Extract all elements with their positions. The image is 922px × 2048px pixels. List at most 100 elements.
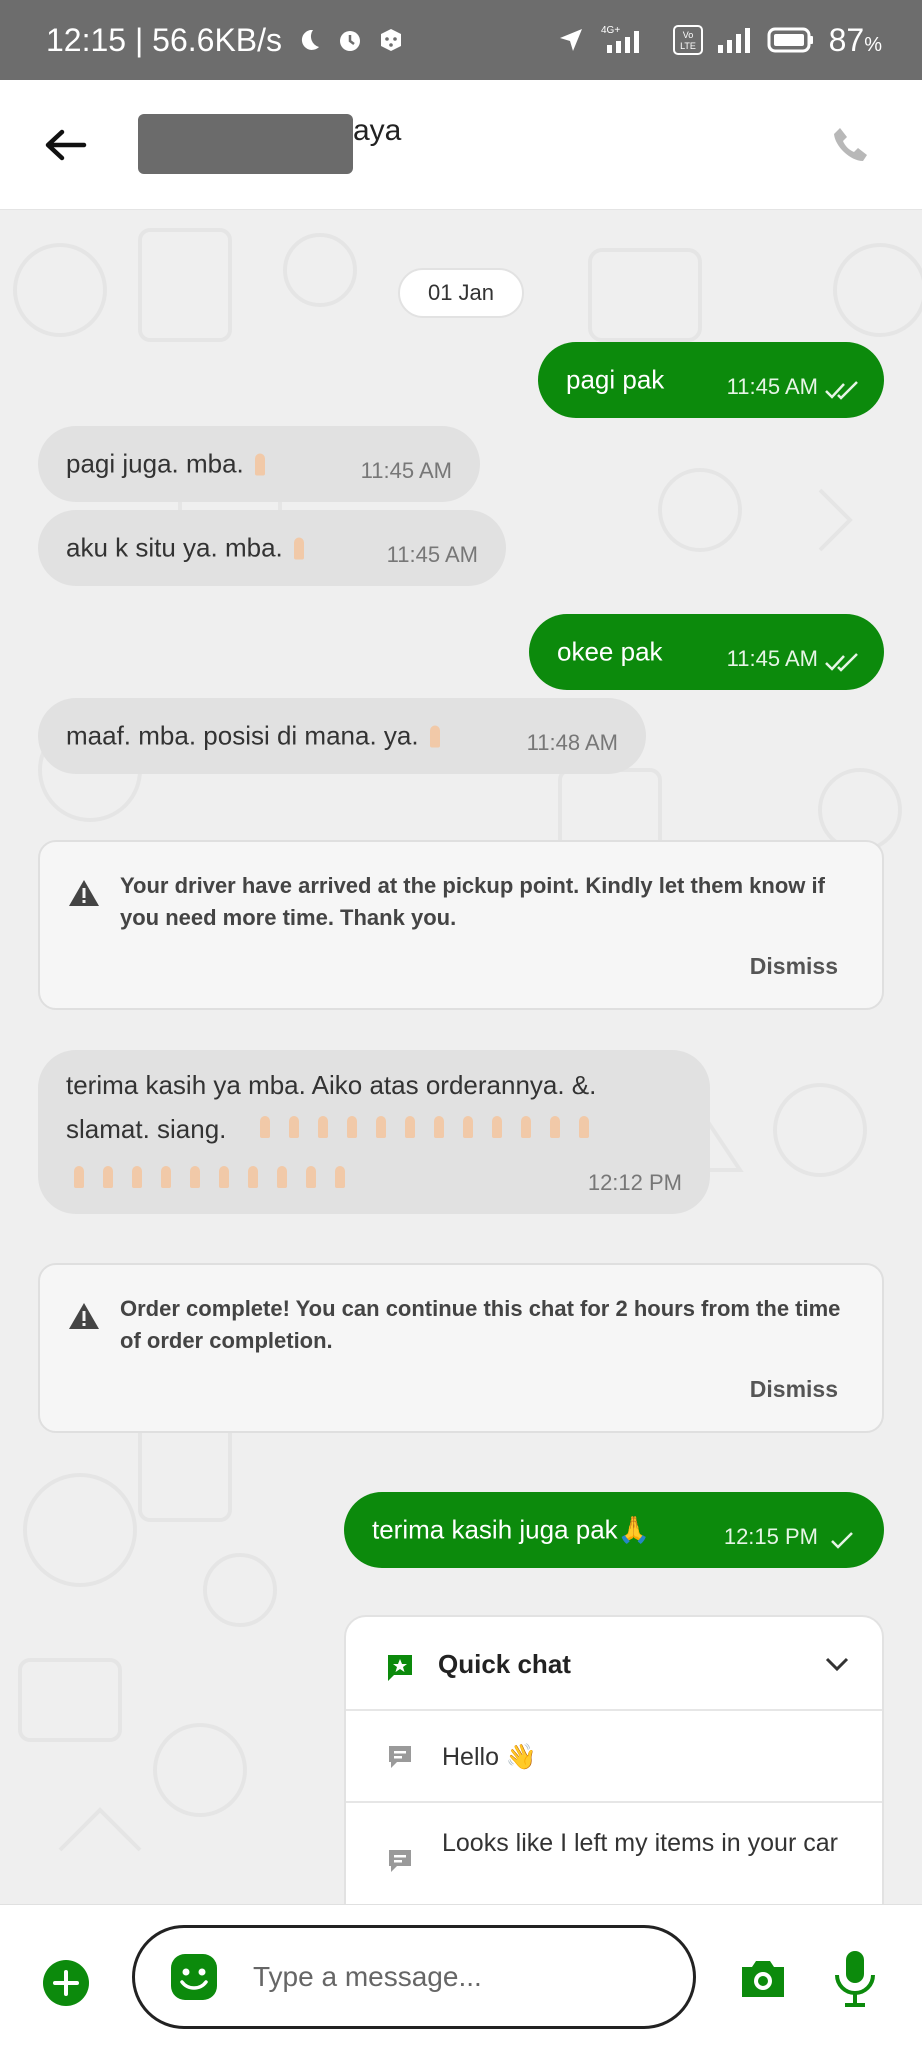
alarm-icon bbox=[336, 26, 364, 54]
plus-icon[interactable] bbox=[42, 1959, 90, 2007]
message-time: 11:45 AM bbox=[386, 542, 478, 567]
moon-icon bbox=[296, 27, 322, 53]
hand-emoji-icon bbox=[302, 1166, 320, 1190]
svg-text:4G+: 4G+ bbox=[601, 25, 620, 36]
message-time: 11:45 AM bbox=[726, 374, 818, 399]
microphone-icon[interactable] bbox=[832, 1949, 878, 2009]
message-composer bbox=[0, 1904, 922, 2048]
message-input[interactable] bbox=[253, 1952, 653, 2002]
message-input-box[interactable] bbox=[132, 1925, 696, 2029]
message-text: terima kasih juga pak🙏 bbox=[372, 1514, 651, 1545]
hand-emoji-icon bbox=[575, 1116, 593, 1140]
single-check-icon bbox=[831, 1532, 853, 1549]
dice-icon bbox=[378, 27, 404, 53]
hand-emoji-icon bbox=[244, 1166, 262, 1190]
hand-emoji-icon bbox=[343, 1116, 361, 1140]
message-bubble-incoming[interactable]: maaf. mba. posisi di mana. ya. 11:48 AM bbox=[38, 698, 646, 774]
hand-emoji-icon bbox=[517, 1116, 535, 1140]
chat-header: aya bbox=[0, 80, 922, 210]
message-text: aku k situ ya. mba. bbox=[66, 532, 283, 563]
contact-name: aya bbox=[353, 114, 402, 147]
status-time-speed: 12:15 | 56.6KB/s bbox=[46, 21, 283, 58]
message-time: 11:45 AM bbox=[360, 458, 452, 483]
svg-text:Vo: Vo bbox=[682, 30, 693, 40]
quick-chat-item[interactable]: Hello 👋 bbox=[346, 1711, 882, 1803]
hand-emoji-icon bbox=[401, 1116, 419, 1140]
message-time: 11:45 AM bbox=[726, 646, 818, 671]
chat-bubble-icon bbox=[389, 1746, 411, 1768]
hand-emoji-icon bbox=[128, 1166, 146, 1190]
hand-emoji-icon bbox=[546, 1116, 564, 1140]
warning-icon bbox=[69, 880, 99, 906]
status-bar: 12:15 | 56.6KB/s 4G+ Vo LTE 87% bbox=[0, 0, 922, 80]
message-text: okee pak bbox=[557, 636, 663, 667]
hand-emoji-icon bbox=[285, 1116, 303, 1140]
quick-chat-panel: Quick chat Hello 👋 Looks like I left my … bbox=[344, 1615, 884, 1904]
chevron-down-icon[interactable] bbox=[824, 1655, 850, 1673]
warning-icon bbox=[69, 1303, 99, 1329]
signal-bars-icon bbox=[717, 25, 753, 55]
message-bubble-outgoing[interactable]: okee pak 11:45 AM bbox=[529, 614, 884, 690]
message-time: 12:15 PM bbox=[723, 1524, 818, 1549]
notice-text: Order complete! You can continue this ch… bbox=[120, 1296, 841, 1353]
hand-emoji-icon bbox=[273, 1166, 291, 1190]
location-arrow-icon bbox=[557, 26, 585, 54]
double-check-icon bbox=[825, 653, 858, 672]
back-arrow-icon[interactable] bbox=[40, 120, 90, 170]
hand-emoji-icon bbox=[331, 1166, 349, 1190]
chat-bubble-icon bbox=[389, 1850, 411, 1872]
hand-emoji-icon bbox=[290, 537, 308, 562]
date-chip: 01 Jan bbox=[398, 268, 524, 318]
notice-text: Your driver have arrived at the pickup p… bbox=[120, 873, 825, 930]
quick-chat-title: Quick chat bbox=[438, 1649, 571, 1679]
battery-level: 87 bbox=[828, 21, 865, 58]
message-bubble-incoming[interactable]: pagi juga. mba. 11:45 AM bbox=[38, 426, 480, 502]
order-complete-notice: Order complete! You can continue this ch… bbox=[38, 1263, 884, 1433]
hand-emoji-icon bbox=[314, 1116, 332, 1140]
message-bubble-outgoing[interactable]: pagi pak 11:45 AM bbox=[538, 342, 884, 418]
hand-emoji-icon bbox=[372, 1116, 390, 1140]
quick-chat-item-text: Looks like I left my items in your car bbox=[442, 1829, 838, 1857]
hand-emoji-icon bbox=[430, 1116, 448, 1140]
hand-emoji-row bbox=[256, 1116, 593, 1140]
battery-percent: 87% bbox=[829, 22, 882, 59]
message-text: maaf. mba. posisi di mana. ya. bbox=[66, 720, 419, 751]
message-text-line1: terima kasih ya mba. Aiko atas orderanny… bbox=[66, 1070, 597, 1100]
hand-emoji-icon bbox=[251, 453, 269, 478]
message-bubble-outgoing[interactable]: terima kasih juga pak🙏 12:15 PM bbox=[344, 1492, 884, 1568]
driver-arrived-notice: Your driver have arrived at the pickup p… bbox=[38, 840, 884, 1010]
hand-emoji-icon bbox=[157, 1166, 175, 1190]
quick-chat-item[interactable]: Looks like I left my items in your car bbox=[346, 1803, 882, 1904]
svg-text:LTE: LTE bbox=[680, 41, 696, 51]
hand-emoji-icon bbox=[426, 725, 444, 750]
quick-chat-header[interactable]: Quick chat bbox=[346, 1617, 882, 1711]
hand-emoji-icon bbox=[256, 1116, 274, 1140]
message-bubble-incoming-long[interactable]: terima kasih ya mba. Aiko atas orderanny… bbox=[38, 1050, 710, 1214]
hand-emoji-icon bbox=[70, 1166, 88, 1190]
hand-emoji-icon bbox=[459, 1116, 477, 1140]
hand-emoji-icon bbox=[186, 1166, 204, 1190]
message-time: 12:12 PM bbox=[587, 1170, 682, 1195]
message-text-row: aku k situ ya. mba. bbox=[66, 533, 308, 564]
sticker-smile-icon[interactable] bbox=[169, 1952, 219, 2002]
quick-chat-item-text: Hello 👋 bbox=[442, 1743, 538, 1771]
message-bubble-incoming[interactable]: aku k situ ya. mba. 11:45 AM bbox=[38, 510, 506, 586]
message-text-line2: slamat. siang. bbox=[66, 1114, 227, 1144]
double-check-icon bbox=[825, 381, 858, 400]
chat-area[interactable]: 01 Jan pagi pak 11:45 AM pagi juga. mba.… bbox=[0, 210, 922, 1904]
message-text-row: pagi juga. mba. bbox=[66, 449, 269, 480]
message-text: pagi juga. mba. bbox=[66, 448, 244, 479]
hand-emoji-icon bbox=[488, 1116, 506, 1140]
phone-call-icon[interactable] bbox=[830, 124, 872, 166]
message-text: pagi pak bbox=[566, 364, 665, 395]
volte-icon: Vo LTE bbox=[672, 25, 703, 55]
dismiss-button[interactable]: Dismiss bbox=[750, 953, 838, 980]
camera-icon[interactable] bbox=[738, 1957, 788, 2001]
battery-icon bbox=[767, 26, 815, 54]
hand-emoji-row bbox=[70, 1166, 349, 1190]
battery-unit: % bbox=[864, 33, 882, 56]
dismiss-button[interactable]: Dismiss bbox=[750, 1376, 838, 1403]
redacted-contact-block bbox=[138, 114, 353, 174]
message-text-row: maaf. mba. posisi di mana. ya. bbox=[66, 721, 444, 752]
quick-chat-star-icon bbox=[388, 1655, 412, 1681]
